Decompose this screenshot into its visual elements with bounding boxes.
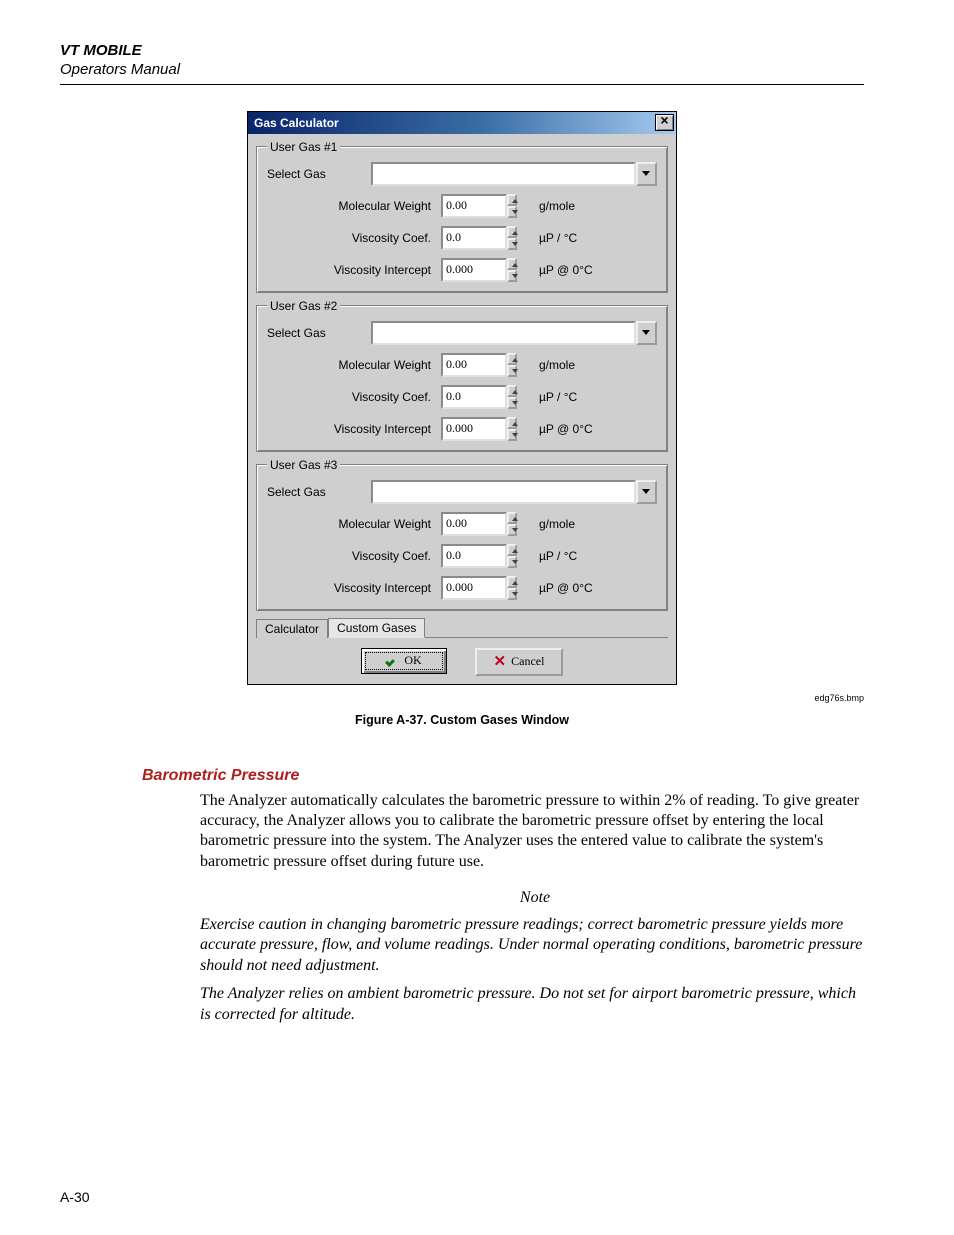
- vc-unit: µP / °C: [539, 549, 577, 563]
- spin-down-icon[interactable]: [507, 524, 517, 536]
- vi-unit: µP @ 0°C: [539, 422, 593, 436]
- close-icon[interactable]: ×: [655, 114, 674, 131]
- spin-down-icon[interactable]: [507, 588, 517, 600]
- body-paragraph: The Analyzer automatically calculates th…: [200, 791, 870, 873]
- spin-up-icon[interactable]: [507, 417, 517, 429]
- spin-down-icon[interactable]: [507, 365, 517, 377]
- spin-up-icon[interactable]: [507, 353, 517, 365]
- gas-calculator-dialog: Gas Calculator × User Gas #1 Select Gas …: [247, 111, 677, 685]
- page-header: VT MOBILE Operators Manual: [60, 42, 864, 80]
- spin-up-icon[interactable]: [507, 512, 517, 524]
- tab-calculator[interactable]: Calculator: [256, 619, 328, 638]
- cancel-button-label: Cancel: [511, 654, 544, 669]
- user-gas-2-legend: User Gas #2: [267, 299, 340, 313]
- user-gas-3-legend: User Gas #3: [267, 458, 340, 472]
- select-gas-1-combo[interactable]: [371, 162, 636, 186]
- vc-3-input[interactable]: [441, 544, 507, 568]
- user-gas-2-group: User Gas #2 Select Gas Molecular Weight …: [256, 299, 668, 452]
- vi-2-input[interactable]: [441, 417, 507, 441]
- dialog-tabs: Calculator Custom Gases: [256, 617, 668, 638]
- chevron-down-icon[interactable]: [636, 321, 657, 345]
- vc-unit: µP / °C: [539, 390, 577, 404]
- figure-filename: edg76s.bmp: [60, 693, 864, 703]
- vi-3-input[interactable]: [441, 576, 507, 600]
- spin-down-icon[interactable]: [507, 270, 517, 282]
- vc-2-input[interactable]: [441, 385, 507, 409]
- vc-label: Viscosity Coef.: [267, 231, 441, 245]
- spin-up-icon[interactable]: [507, 385, 517, 397]
- vi-label: Viscosity Intercept: [267, 422, 441, 436]
- page-number: A-30: [60, 1189, 90, 1205]
- mw-label: Molecular Weight: [267, 358, 441, 372]
- figure-caption: Figure A-37. Custom Gases Window: [60, 713, 864, 727]
- user-gas-3-group: User Gas #3 Select Gas Molecular Weight …: [256, 458, 668, 611]
- spin-down-icon[interactable]: [507, 429, 517, 441]
- mw-unit: g/mole: [539, 199, 575, 213]
- user-gas-1-legend: User Gas #1: [267, 140, 340, 154]
- product-name: VT MOBILE: [60, 42, 864, 61]
- vi-unit: µP @ 0°C: [539, 581, 593, 595]
- ok-button[interactable]: OK: [361, 648, 447, 674]
- mw-label: Molecular Weight: [267, 517, 441, 531]
- x-icon: ✕: [494, 655, 507, 668]
- vi-unit: µP @ 0°C: [539, 263, 593, 277]
- dialog-titlebar[interactable]: Gas Calculator ×: [248, 112, 676, 134]
- vi-label: Viscosity Intercept: [267, 263, 441, 277]
- mw-1-input[interactable]: [441, 194, 507, 218]
- spin-up-icon[interactable]: [507, 544, 517, 556]
- ok-button-label: OK: [404, 653, 421, 668]
- vi-1-input[interactable]: [441, 258, 507, 282]
- note-paragraph-2: The Analyzer relies on ambient barometri…: [200, 984, 870, 1025]
- mw-label: Molecular Weight: [267, 199, 441, 213]
- header-rule: [60, 84, 864, 85]
- note-paragraph-1: Exercise caution in changing barometric …: [200, 915, 870, 976]
- spin-down-icon[interactable]: [507, 206, 517, 218]
- chevron-down-icon[interactable]: [636, 480, 657, 504]
- vc-unit: µP / °C: [539, 231, 577, 245]
- vc-1-input[interactable]: [441, 226, 507, 250]
- mw-3-input[interactable]: [441, 512, 507, 536]
- select-gas-label: Select Gas: [267, 326, 371, 340]
- spin-up-icon[interactable]: [507, 226, 517, 238]
- select-gas-3-combo[interactable]: [371, 480, 636, 504]
- check-icon: [386, 656, 399, 666]
- spin-up-icon[interactable]: [507, 576, 517, 588]
- tab-custom-gases[interactable]: Custom Gases: [328, 618, 425, 638]
- vc-label: Viscosity Coef.: [267, 390, 441, 404]
- chevron-down-icon[interactable]: [636, 162, 657, 186]
- select-gas-label: Select Gas: [267, 485, 371, 499]
- spin-up-icon[interactable]: [507, 258, 517, 270]
- mw-2-input[interactable]: [441, 353, 507, 377]
- select-gas-label: Select Gas: [267, 167, 371, 181]
- mw-unit: g/mole: [539, 517, 575, 531]
- spin-down-icon[interactable]: [507, 238, 517, 250]
- note-heading: Note: [200, 888, 870, 908]
- dialog-title: Gas Calculator: [254, 116, 339, 130]
- spin-up-icon[interactable]: [507, 194, 517, 206]
- manual-name: Operators Manual: [60, 61, 864, 80]
- spin-down-icon[interactable]: [507, 397, 517, 409]
- cancel-button[interactable]: ✕ Cancel: [475, 648, 563, 676]
- mw-unit: g/mole: [539, 358, 575, 372]
- select-gas-2-combo[interactable]: [371, 321, 636, 345]
- section-heading: Barometric Pressure: [142, 767, 864, 785]
- vi-label: Viscosity Intercept: [267, 581, 441, 595]
- spin-down-icon[interactable]: [507, 556, 517, 568]
- user-gas-1-group: User Gas #1 Select Gas Molecular Weight …: [256, 140, 668, 293]
- vc-label: Viscosity Coef.: [267, 549, 441, 563]
